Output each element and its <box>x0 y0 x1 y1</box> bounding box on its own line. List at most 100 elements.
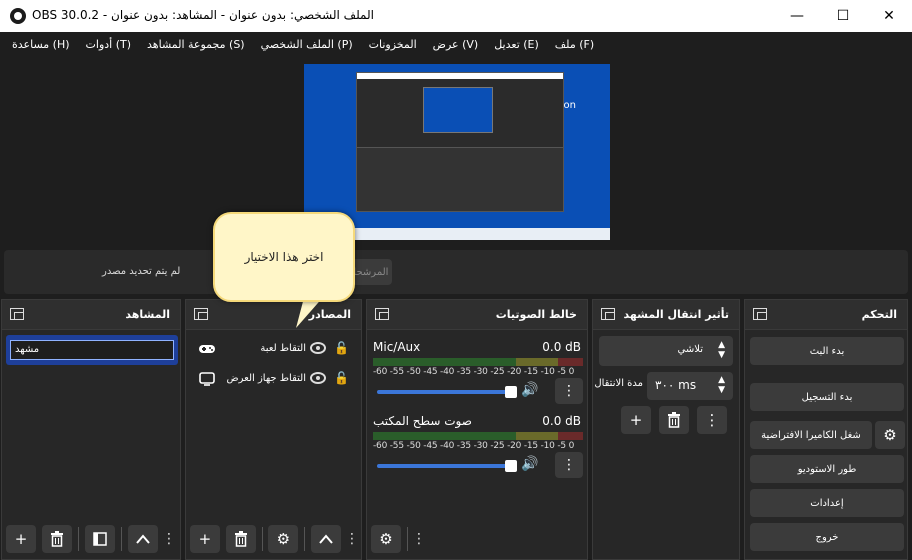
toolbar-separator <box>78 527 79 551</box>
volume-slider[interactable] <box>377 386 517 398</box>
undock-icon[interactable] <box>601 308 615 320</box>
menu-edit[interactable]: تعديل (E) <box>486 38 547 51</box>
meter-ticks: -60 -55 -50 -45 -40 -35 -30 -25 -20 -15 … <box>373 367 575 377</box>
audio-mixer-dock: خالط الصوتيات Mic/Aux 0.0 dB -60 -55 -50… <box>366 299 588 560</box>
menu-scene-collection[interactable]: مجموعة المشاهد (S) <box>139 38 253 51</box>
transitions-dock-header: تأثير انتقال المشهد <box>593 300 739 330</box>
toolbar-separator <box>304 527 306 551</box>
source-list-item[interactable]: التقاط لعبة 🔓 <box>194 337 354 363</box>
duration-label: مدة الانتقال <box>594 378 643 389</box>
tooltip-callout: اختر هذا الاختيار <box>213 212 355 302</box>
obs-window: OBS 30.0.2 - الملف الشخصي: بدون عنوان - … <box>0 0 912 560</box>
undock-icon[interactable] <box>10 308 24 320</box>
undock-icon[interactable] <box>375 308 389 320</box>
add-scene-button[interactable]: + <box>6 525 36 553</box>
exit-button[interactable]: خروج <box>750 523 904 551</box>
obs-logo-icon <box>10 8 26 24</box>
sources-more-icon[interactable]: ⋮ <box>345 525 359 553</box>
spin-arrows-icon[interactable]: ▲ ▼ <box>718 375 725 395</box>
scenes-dock-header: المشاهد <box>2 300 180 330</box>
move-source-up-button[interactable] <box>311 525 341 553</box>
source-label: التقاط جهاز العرض <box>226 373 306 384</box>
menu-docks[interactable]: المخزونات <box>361 38 425 51</box>
chevron-up-icon <box>136 534 150 544</box>
nested-obs-window <box>356 72 564 212</box>
virtual-camera-settings-gear-icon[interactable]: ⚙ <box>875 421 905 449</box>
minimize-button[interactable]: — <box>774 0 820 32</box>
controls-title: التحكم <box>861 308 897 321</box>
start-virtual-camera-button[interactable]: شغل الكاميرا الافتراضية <box>750 421 872 449</box>
close-button[interactable]: ✕ <box>866 0 912 32</box>
nested-docks <box>357 147 563 211</box>
remove-source-button[interactable] <box>225 525 256 553</box>
controls-dock-header: التحكم <box>745 300 907 330</box>
volume-slider[interactable] <box>377 460 517 472</box>
slider-thumb[interactable] <box>505 460 517 472</box>
trash-icon <box>234 531 247 547</box>
visibility-eye-icon[interactable] <box>310 342 326 354</box>
chevron-up-icon <box>319 534 333 544</box>
scene-list-item[interactable]: مشهد <box>6 335 178 365</box>
scenes-toolbar: + ⋮ <box>2 519 180 559</box>
menu-tools[interactable]: أدوات (T) <box>78 38 140 51</box>
lock-icon[interactable]: 🔓 <box>334 341 349 355</box>
menu-help[interactable]: مساعدة (H) <box>4 38 78 51</box>
source-label: التقاط لعبة <box>260 343 306 354</box>
slider-thumb[interactable] <box>505 386 517 398</box>
channel-name: Mic/Aux <box>373 340 421 354</box>
channel-db: 0.0 dB <box>542 340 581 354</box>
undock-icon[interactable] <box>194 308 208 320</box>
move-scene-up-button[interactable] <box>128 525 158 553</box>
transitions-title: تأثير انتقال المشهد <box>623 308 729 321</box>
add-transition-button[interactable]: + <box>621 406 651 434</box>
transition-selected: تلاشي <box>677 344 703 355</box>
menu-profile[interactable]: الملف الشخصي (P) <box>253 38 361 51</box>
source-properties-button[interactable]: ⚙ <box>268 525 299 553</box>
start-recording-button[interactable]: بدء التسجيل <box>750 383 904 411</box>
controls-dock: التحكم بدء البث بدء التسجيل شغل الكاميرا… <box>744 299 908 560</box>
source-list-item[interactable]: التقاط جهاز العرض 🔓 <box>194 367 354 393</box>
remove-transition-button[interactable] <box>659 406 689 434</box>
channel-more-button[interactable]: ⋮ <box>555 452 583 478</box>
duration-value: ٣٠٠ ms <box>655 378 697 392</box>
lock-icon[interactable]: 🔓 <box>334 371 349 385</box>
preview-canvas[interactable]: on <box>304 64 610 240</box>
maximize-button[interactable]: ☐ <box>820 0 866 32</box>
sources-title: المصادر <box>308 308 351 321</box>
scene-filters-button[interactable] <box>85 525 115 553</box>
sources-toolbar: + ⚙ ⋮ <box>186 519 361 559</box>
transition-more-button[interactable]: ⋮ <box>697 406 727 434</box>
scenes-title: المشاهد <box>125 308 170 321</box>
speaker-icon[interactable]: 🔊 <box>521 382 538 398</box>
filter-icon <box>93 532 107 546</box>
add-source-button[interactable]: + <box>190 525 220 553</box>
advanced-audio-button[interactable]: ⚙ <box>371 525 401 553</box>
sources-dock-header: المصادر <box>186 300 361 330</box>
scenes-more-icon[interactable]: ⋮ <box>162 525 176 553</box>
menu-file[interactable]: ملف (F) <box>547 38 602 51</box>
start-streaming-button[interactable]: بدء البث <box>750 337 904 365</box>
toolbar-separator <box>261 527 263 551</box>
duration-input[interactable]: ٣٠٠ ms ▲ ▼ <box>647 372 733 400</box>
speaker-icon[interactable]: 🔊 <box>521 456 538 472</box>
visibility-eye-icon[interactable] <box>310 372 326 384</box>
settings-button[interactable]: إعدادات <box>750 489 904 517</box>
mixer-more-icon[interactable]: ⋮ <box>412 525 426 553</box>
undock-icon[interactable] <box>753 308 767 320</box>
sources-dock: المصادر التقاط لعبة 🔓 التقاط جهاز العرض … <box>185 299 362 560</box>
preview-area[interactable]: on <box>0 56 912 248</box>
title-bar: OBS 30.0.2 - الملف الشخصي: بدون عنوان - … <box>0 0 912 32</box>
menu-view[interactable]: عرض (V) <box>425 38 487 51</box>
trash-icon <box>51 531 63 547</box>
gamepad-icon <box>199 345 215 353</box>
remove-scene-button[interactable] <box>42 525 72 553</box>
scene-name-edit[interactable]: مشهد <box>10 340 174 360</box>
desktop-text: on <box>563 100 576 111</box>
toolbar-separator <box>121 527 122 551</box>
transition-select[interactable]: تلاشي ▲ ▼ <box>599 336 733 366</box>
transition-tools: + ⋮ <box>621 406 727 434</box>
source-toolbar: المرشحات لم يتم تحديد مصدر <box>4 250 908 294</box>
channel-more-button[interactable]: ⋮ <box>555 378 583 404</box>
nested-preview <box>423 87 493 133</box>
studio-mode-button[interactable]: طور الاستوديو <box>750 455 904 483</box>
